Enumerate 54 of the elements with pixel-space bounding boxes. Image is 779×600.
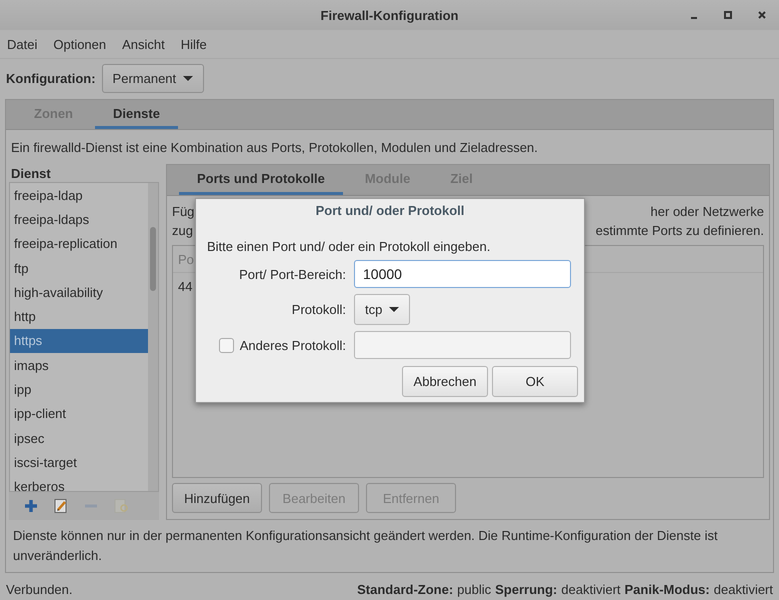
service-item[interactable]: freeipa-replication: [10, 232, 148, 256]
service-item[interactable]: freeipa-ldaps: [10, 207, 148, 232]
service-item[interactable]: kerberos: [10, 474, 148, 491]
protocol-field[interactable]: [354, 331, 571, 359]
status-label: Standard-Zone:: [357, 582, 454, 596]
menu-item[interactable]: Datei: [7, 36, 38, 52]
field-label: Protokoll:: [290, 302, 346, 317]
description-text: her oder Netzwerke: [650, 203, 764, 221]
service-item[interactable]: high-availability: [10, 280, 148, 304]
service-item[interactable]: freeipa-ldap: [10, 183, 148, 208]
menu-item[interactable]: Optionen: [53, 36, 106, 52]
status-value: public: [457, 582, 492, 596]
prompt-text: Bitte einen Port und/ oder ein Protokoll eingeben.: [206, 238, 492, 256]
info-text: Dienste können nur in der permanenten Konfigurationsansicht geändert werden. Die Runtime-Konfiguration der Dienste ist unveränderlich.: [12, 527, 719, 565]
window-title: Firewall-Konfiguration: [320, 8, 458, 22]
scrollbar-thumb[interactable]: [150, 227, 156, 291]
service-item[interactable]: http: [10, 304, 148, 329]
dialog-button[interactable]: Abbrechen: [402, 366, 488, 397]
checkbox-label[interactable]: Anderes Protokoll:: [240, 338, 346, 352]
service-item[interactable]: ipp-client: [10, 402, 148, 426]
status-text: Verbunden.: [6, 582, 73, 596]
service-item[interactable]: iscsi-target: [10, 450, 148, 475]
description-text: Ein firewalld-Dienst ist eine Kombination aus Ports, Protokollen, Modulen und Zieladressen.: [10, 138, 539, 156]
status-label: Panik-Modus:: [624, 582, 710, 596]
description-text: estimmte Ports zu definieren.: [596, 222, 764, 240]
dialog-button[interactable]: OK: [492, 366, 578, 397]
status-value: deaktiviert: [561, 582, 621, 596]
service-item[interactable]: ipsec: [10, 426, 148, 450]
field-label: Port/ Port-Bereich:: [238, 266, 346, 282]
service-item[interactable]: ipp: [10, 377, 148, 402]
tab[interactable]: Ports und Protokolle: [179, 165, 343, 195]
edit-icon[interactable]: [53, 498, 69, 514]
dialog-title: Port und/ oder Protokoll: [314, 202, 466, 220]
checkbox[interactable]: [218, 338, 234, 352]
description-text: Füg: [172, 203, 194, 221]
maximize-icon[interactable]: [723, 10, 733, 20]
tab[interactable]: Dienste: [95, 100, 178, 129]
protocol-dropdown[interactable]: tcp: [354, 294, 410, 325]
close-icon[interactable]: [757, 10, 767, 20]
status-value: deaktiviert: [714, 582, 773, 596]
configuration-label: Konfiguration:: [6, 70, 96, 86]
description-text: zug: [172, 222, 193, 240]
service-item[interactable]: imaps: [10, 353, 148, 378]
status-label: Sperrung:: [495, 582, 558, 596]
plus-icon[interactable]: [23, 498, 39, 514]
service-item[interactable]: https: [10, 328, 148, 354]
menu-item[interactable]: Ansicht: [122, 36, 165, 52]
configuration-dropdown[interactable]: Permanent: [102, 64, 204, 92]
service-item[interactable]: ftp: [10, 256, 148, 280]
port-field[interactable]: 10000: [354, 260, 571, 288]
list-heading: Dienst: [10, 166, 52, 182]
table-cell: 44: [178, 278, 192, 294]
menu-item[interactable]: Hilfe: [180, 36, 207, 52]
action-button[interactable]: Hinzufügen: [172, 483, 262, 513]
